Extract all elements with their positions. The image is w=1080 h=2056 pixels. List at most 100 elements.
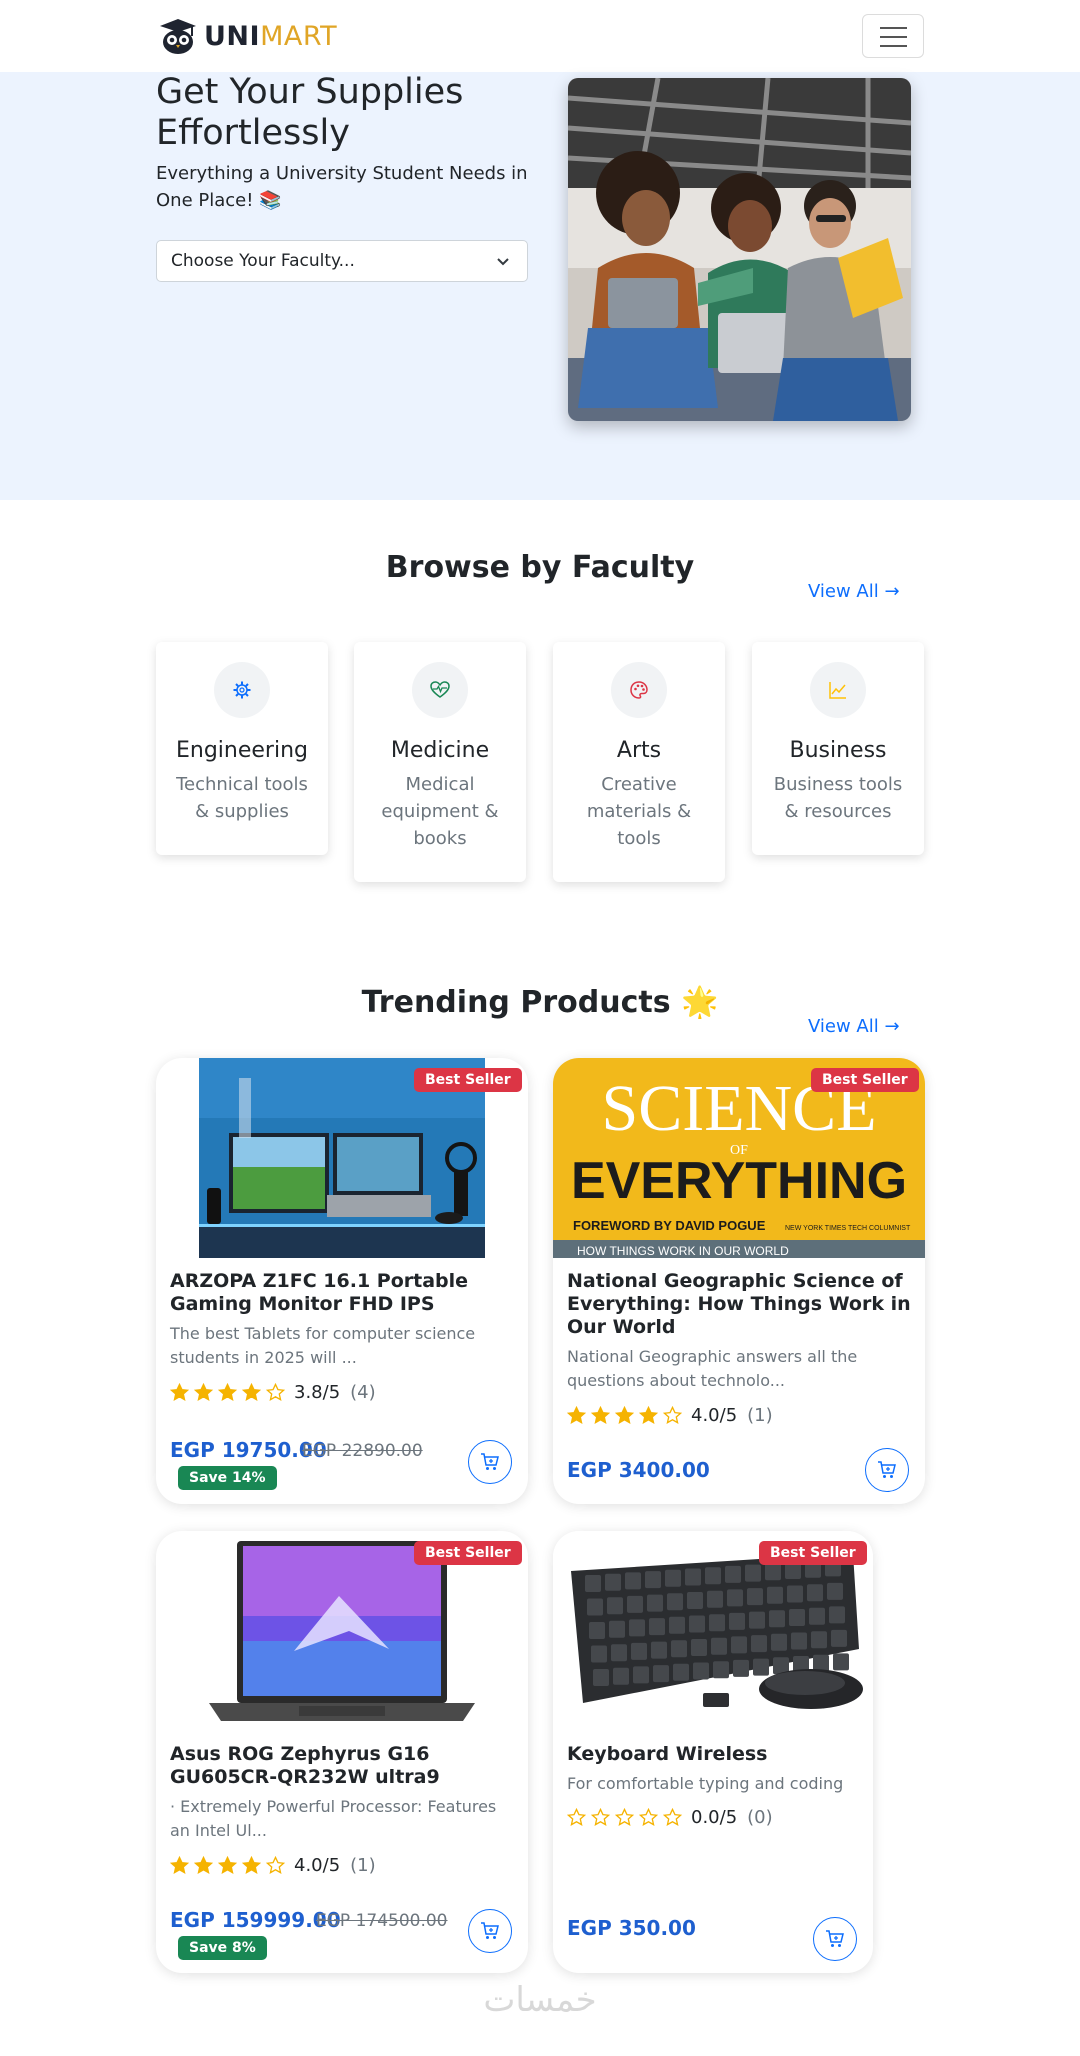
hero-title: Get Your Supplies Effortlessly <box>156 72 464 153</box>
faculty-name: Arts <box>616 738 662 763</box>
star-icon <box>591 1808 610 1826</box>
product-description: For comfortable typing and coding <box>567 1774 844 1793</box>
star-icon <box>567 1808 586 1826</box>
faculty-description: Technical tools & supplies <box>176 774 308 822</box>
star-icon <box>663 1808 682 1826</box>
hero-section: Get Your Supplies Effortlessly Everythin… <box>0 72 1080 500</box>
faculty-name: Medicine <box>390 738 490 763</box>
faculty-name: Engineering <box>176 738 308 763</box>
faculty-card-medicine[interactable]: Medicine Medical equipment & books <box>354 642 526 882</box>
faculty-card-business[interactable]: Business Business tools & resources <box>752 642 924 855</box>
faculty-description: Creative materials & tools <box>586 774 692 849</box>
star-icon <box>639 1406 658 1424</box>
product-card[interactable]: Best Seller Asus ROG Zephyrus G16 GU605C… <box>156 1531 528 1973</box>
hero-subtitle: Everything a University Student Needs in… <box>156 163 528 211</box>
heart-pulse-icon <box>430 681 450 698</box>
cart-plus-icon <box>481 1453 499 1470</box>
faculty-section-title: Browse by Faculty <box>385 550 695 585</box>
star-icon <box>170 1856 189 1874</box>
product-rating: 0.0/5 (0) <box>567 1807 773 1828</box>
cart-plus-icon <box>481 1922 499 1939</box>
rating-count: (1) <box>747 1405 773 1426</box>
star-icon <box>170 1383 189 1401</box>
star-icon <box>194 1856 213 1874</box>
faculty-card-arts[interactable]: Arts Creative materials & tools <box>553 642 725 882</box>
star-icon <box>615 1808 634 1826</box>
brand-logo-link[interactable]: UNIMART <box>156 16 337 56</box>
faculty-card-engineering[interactable]: Engineering Technical tools & supplies <box>156 642 328 855</box>
product-title[interactable]: Asus ROG Zephyrus G16 GU605CR-QR232W ult… <box>170 1743 516 1789</box>
trending-view-all-link[interactable]: View All → <box>808 1016 900 1037</box>
product-price: EGP 3400.00 <box>567 1458 710 1482</box>
star-icon <box>218 1856 237 1874</box>
star-icon <box>218 1383 237 1401</box>
rating-text: 3.8/5 <box>294 1382 341 1403</box>
product-old-price: EGP 174500.00 <box>316 1911 448 1931</box>
star-icon <box>663 1406 682 1424</box>
rating-stars <box>170 1856 290 1875</box>
chart-line-icon <box>829 682 846 699</box>
rating-text: 4.0/5 <box>294 1855 341 1876</box>
owl-logo-icon <box>160 19 196 54</box>
star-icon <box>242 1383 261 1401</box>
gear-icon <box>233 681 251 699</box>
svg-text:FOREWORD BY DAVID POGUE: FOREWORD BY DAVID POGUE <box>573 1218 766 1233</box>
faculty-view-all-link[interactable]: View All → <box>808 581 900 602</box>
hamburger-icon <box>880 27 907 29</box>
product-price: EGP 350.00 <box>567 1916 696 1940</box>
faculty-select-value: Choose Your Faculty... <box>171 251 355 271</box>
faculty-description: Medical equipment & books <box>381 774 499 849</box>
hero-students-image <box>568 78 911 421</box>
svg-text:NEW YORK TIMES TECH COLUMNIST: NEW YORK TIMES TECH COLUMNIST <box>785 1225 911 1232</box>
rating-text: 4.0/5 <box>691 1405 738 1426</box>
product-title[interactable]: ARZOPA Z1FC 16.1 Portable Gaming Monitor… <box>170 1270 516 1316</box>
product-old-price: EGP 22890.00 <box>302 1441 423 1461</box>
product-description: National Geographic answers all the ques… <box>567 1347 858 1390</box>
star-icon <box>591 1406 610 1424</box>
rating-count: (1) <box>350 1855 376 1876</box>
best-seller-badge: Best Seller <box>759 1541 867 1565</box>
best-seller-badge: Best Seller <box>414 1541 522 1565</box>
product-rating: 4.0/5 (1) <box>567 1405 773 1426</box>
rating-stars <box>170 1383 290 1402</box>
add-to-cart-button[interactable] <box>468 1440 512 1484</box>
cart-plus-icon <box>826 1930 844 1947</box>
cart-plus-icon <box>878 1461 896 1478</box>
star-icon <box>242 1856 261 1874</box>
product-card[interactable]: Best Seller ARZOPA Z1FC 16.1 Portable Ga… <box>156 1058 528 1504</box>
rating-text: 0.0/5 <box>691 1807 738 1828</box>
star-icon <box>266 1856 285 1874</box>
svg-text:EVERYTHING: EVERYTHING <box>571 1152 907 1210</box>
star-icon <box>567 1406 586 1424</box>
product-card[interactable]: SCIENCE OF EVERYTHING FOREWORD BY DAVID … <box>553 1058 925 1504</box>
product-description: · Extremely Powerful Processor: Features… <box>170 1797 497 1840</box>
product-title[interactable]: Keyboard Wireless <box>567 1743 861 1766</box>
best-seller-badge: Best Seller <box>414 1068 522 1092</box>
best-seller-badge: Best Seller <box>811 1068 919 1092</box>
faculty-select[interactable]: Choose Your Faculty... <box>156 240 528 282</box>
watermark: خمسات <box>483 1980 597 2020</box>
rating-count: (0) <box>747 1807 773 1828</box>
product-rating: 4.0/5 (1) <box>170 1855 376 1876</box>
star-icon <box>194 1383 213 1401</box>
product-card[interactable]: Best Seller Keyboard Wireless For comfor… <box>553 1531 873 1973</box>
add-to-cart-button[interactable] <box>865 1448 909 1492</box>
add-to-cart-button[interactable] <box>813 1917 857 1961</box>
product-description: The best Tablets for computer science st… <box>170 1324 476 1367</box>
svg-text:HOW THINGS WORK IN OUR WORLD: HOW THINGS WORK IN OUR WORLD <box>577 1244 789 1258</box>
rating-stars <box>567 1406 687 1425</box>
trending-section-title: Trending Products 🌟 <box>361 985 719 1020</box>
palette-icon <box>630 681 648 699</box>
star-icon <box>639 1808 658 1826</box>
brand-name-part1: UNI <box>204 20 261 52</box>
navbar: UNIMART <box>0 0 1080 72</box>
product-rating: 3.8/5 (4) <box>170 1382 376 1403</box>
star-icon <box>266 1383 285 1401</box>
menu-toggle-button[interactable] <box>862 14 924 58</box>
product-title[interactable]: National Geographic Science of Everythin… <box>567 1270 913 1339</box>
discount-badge: Save 14% <box>178 1466 277 1490</box>
add-to-cart-button[interactable] <box>468 1909 512 1953</box>
brand-name-part2: MART <box>260 20 338 52</box>
rating-stars <box>567 1808 687 1827</box>
star-icon <box>615 1406 634 1424</box>
